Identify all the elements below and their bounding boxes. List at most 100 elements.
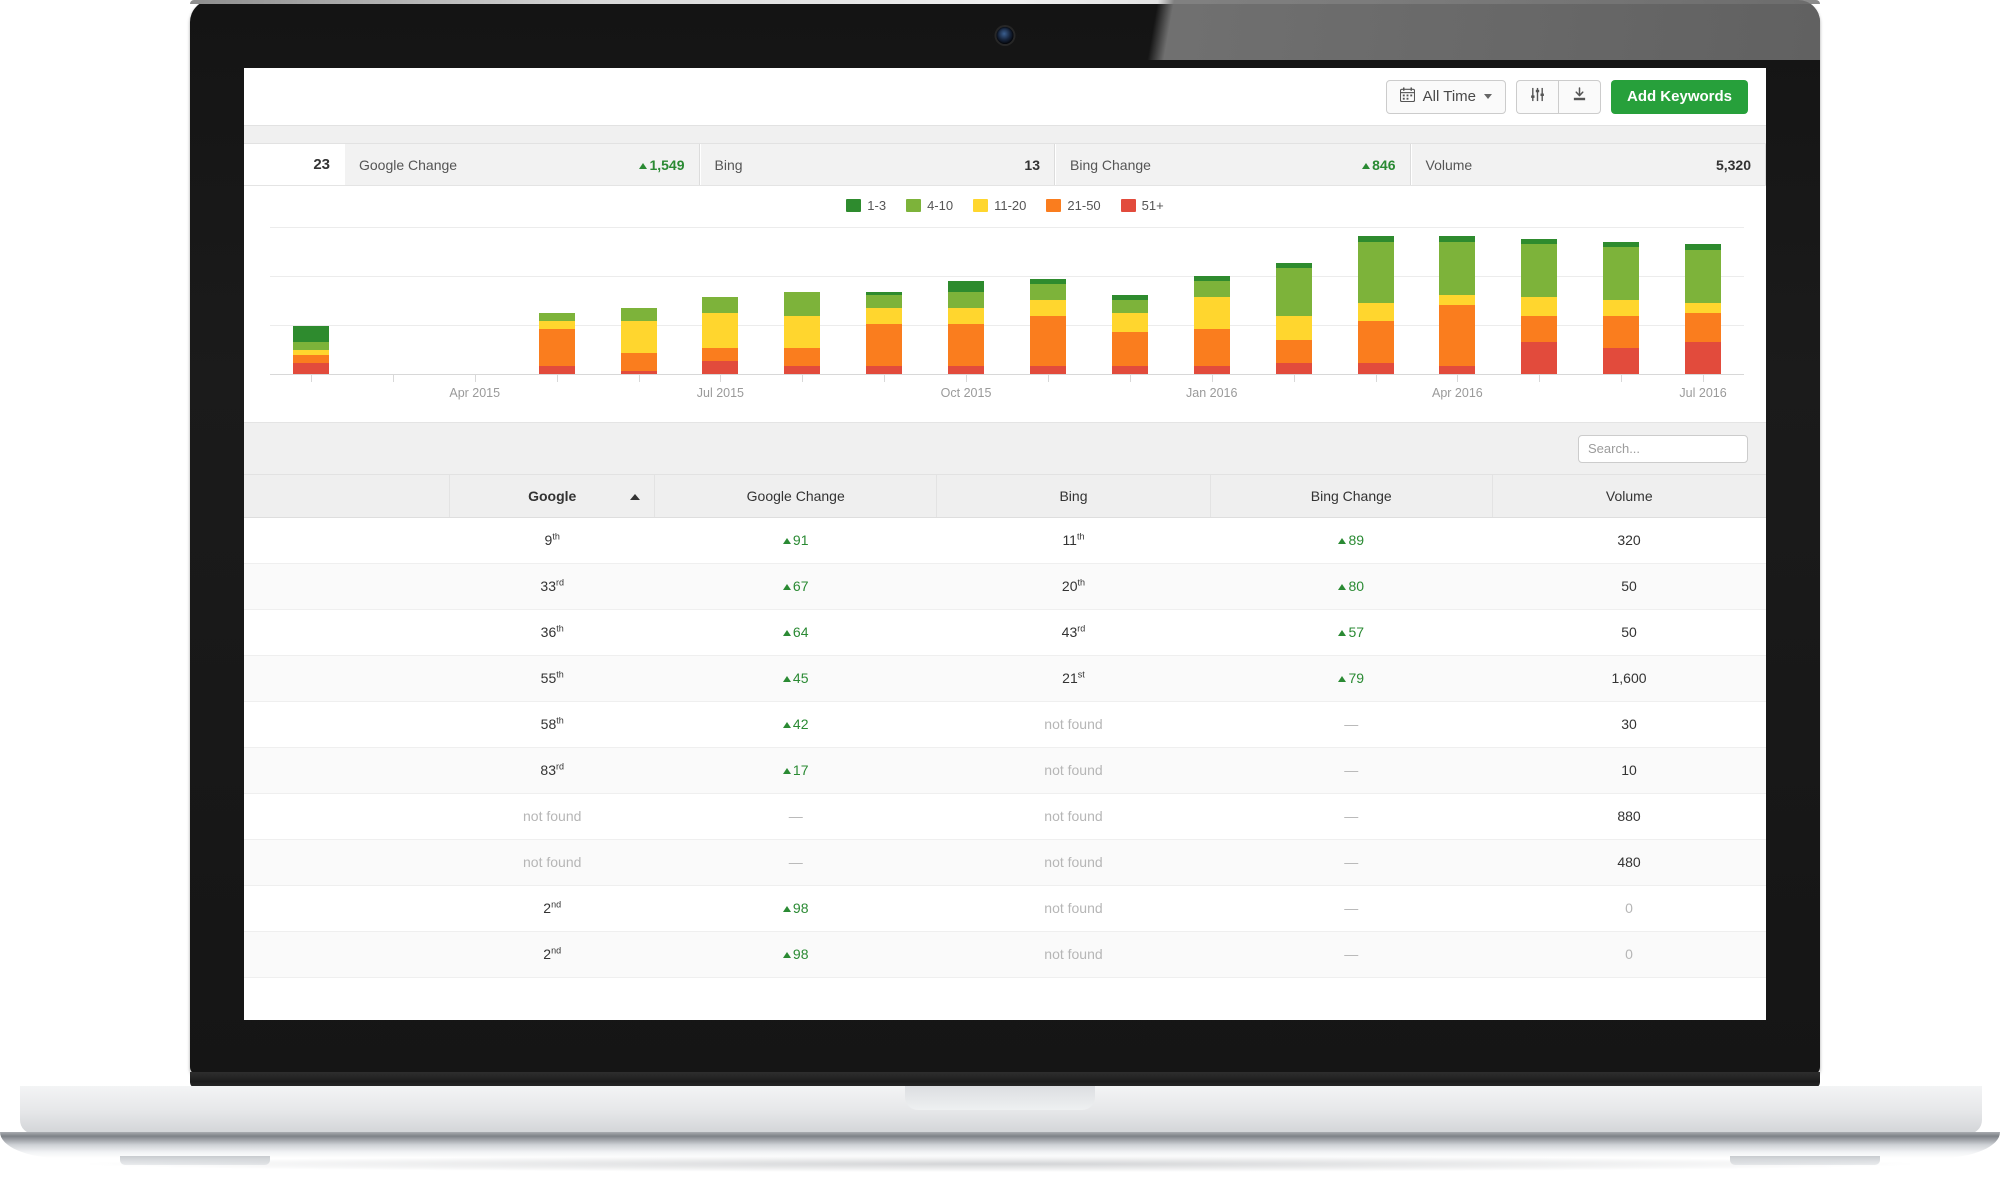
chart-bar-segment (866, 294, 903, 308)
legend-label: 21-50 (1067, 198, 1101, 213)
cell-keyword (244, 793, 450, 840)
chart-bar[interactable] (1521, 239, 1558, 374)
stat-volume[interactable]: Volume 5,320 (1410, 144, 1766, 185)
cell-volume: 0 (1492, 931, 1766, 978)
x-axis-tick-labels: Apr 2015 Jul 2015 Oct 2015 Jan 2016 Apr 2016… (270, 386, 1744, 408)
triangle-up-icon (1338, 676, 1347, 682)
chart-bar[interactable] (1111, 294, 1148, 374)
table-row[interactable]: not found — not found — 480 (244, 839, 1766, 886)
date-range-filter-button[interactable]: All Time (1385, 79, 1506, 114)
stat-bing-change[interactable]: Bing Change 846 (1055, 144, 1411, 185)
chart-bar-segment (538, 366, 575, 374)
chart-settings-button[interactable] (1515, 79, 1558, 114)
table-row[interactable]: 9th 91 11th 89 320 (244, 517, 1766, 564)
column-header-google-change[interactable]: Google Change (654, 475, 937, 518)
ordinal-suffix: th (552, 531, 560, 542)
stat-google-change[interactable]: Google Change 1,549 (344, 144, 700, 185)
cell-volume: 480 (1492, 839, 1766, 886)
cell-bing-rank: not found (936, 793, 1211, 840)
change-up: 17 (782, 762, 809, 778)
axis-tick (556, 375, 558, 382)
chart-bar[interactable] (1357, 236, 1394, 374)
chart-bar[interactable] (538, 313, 575, 374)
chart-bar-slot (1662, 227, 1744, 374)
chart-bar-segment (1685, 302, 1722, 314)
table-row[interactable]: 83rd 17 not found — 10 (244, 747, 1766, 794)
toolbar-icon-button-group (1515, 79, 1601, 114)
cell-bing-change: 79 (1210, 655, 1493, 702)
chart-bar[interactable] (1029, 278, 1066, 374)
chart-bar-segment (1521, 342, 1558, 374)
chart-bar-slot (1580, 227, 1662, 374)
chart-legend: 1-3 4-10 11-20 21-50 51+ (256, 186, 1754, 223)
chart-bar[interactable] (1603, 241, 1640, 374)
change-none: — (788, 808, 803, 824)
chart-bar-segment (1111, 366, 1148, 374)
chart-bar-slot (679, 227, 761, 374)
chart-bar-segment (948, 291, 985, 308)
chart-bar[interactable] (292, 326, 329, 374)
cell-text: 2nd (543, 945, 562, 963)
chart-bar-slot (1089, 227, 1171, 374)
legend-item[interactable]: 4-10 (906, 198, 953, 213)
triangle-up-icon (782, 722, 791, 728)
axis-tick (474, 375, 476, 382)
export-download-button[interactable] (1557, 79, 1601, 114)
column-header-bing[interactable]: Bing (936, 475, 1211, 518)
column-header-bing-change[interactable]: Bing Change (1210, 475, 1493, 518)
chart-bar-segment (292, 326, 329, 343)
stat-label: Bing Change (1070, 156, 1151, 173)
axis-tick (1457, 375, 1459, 382)
chart-bar-segment (1029, 284, 1066, 300)
ordinal-suffix: th (1077, 577, 1086, 588)
cell-text: 9th (544, 531, 560, 549)
table-row[interactable]: 33rd 67 20th 80 50 (244, 563, 1766, 610)
chart-bar-slot (434, 227, 516, 374)
axis-tick (966, 375, 968, 382)
axis-tick (1375, 375, 1377, 382)
chart-bar-segment (620, 307, 657, 322)
chart-bar-segment (948, 281, 985, 292)
chart-bar-segment (1193, 281, 1230, 298)
chart-bar[interactable] (1685, 244, 1722, 374)
chart-bar[interactable] (1275, 262, 1312, 374)
cell-bing-change: 57 (1210, 609, 1493, 656)
cell-google-rank: 9th (449, 517, 655, 564)
ordinal-suffix: rd (555, 577, 564, 588)
column-header-volume[interactable]: Volume (1492, 475, 1766, 518)
cell-keyword (244, 517, 450, 564)
table-row[interactable]: 2nd 98 not found — 0 (244, 931, 1766, 978)
stat-bing[interactable]: Bing 13 (699, 144, 1055, 185)
chart-bar[interactable] (866, 291, 903, 374)
table-row[interactable]: 55th 45 21st 79 1,600 (244, 655, 1766, 702)
table-row[interactable]: 58th 42 not found — 30 (244, 701, 1766, 748)
chart-bar-segment (948, 323, 985, 367)
change-up: 98 (782, 900, 809, 916)
table-row[interactable]: 2nd 98 not found — 0 (244, 885, 1766, 932)
chart-bar[interactable] (702, 297, 739, 374)
cell-text: 33rd (540, 577, 564, 595)
search-input[interactable] (1578, 434, 1748, 463)
legend-item[interactable]: 11-20 (973, 198, 1026, 213)
column-header-google[interactable]: Google (449, 475, 656, 518)
table-row[interactable]: not found — not found — 880 (244, 793, 1766, 840)
table-row[interactable]: 36th 64 43rd 57 50 (244, 609, 1766, 656)
cell-text: 20th (1061, 577, 1086, 595)
change-none: — (1344, 762, 1359, 778)
cell-google-change: — (654, 793, 937, 840)
chart-bar[interactable] (1439, 236, 1476, 374)
chart-bar[interactable] (784, 291, 821, 374)
cell-google-change: 42 (654, 701, 937, 748)
legend-item[interactable]: 21-50 (1046, 198, 1101, 213)
axis-tick (720, 375, 722, 382)
chart-bar[interactable] (620, 307, 657, 374)
legend-item[interactable]: 51+ (1120, 198, 1164, 213)
axis-tick (802, 375, 804, 382)
add-keywords-label: Add Keywords (1626, 88, 1732, 105)
chart-bar[interactable] (948, 281, 985, 374)
column-header-keyword[interactable] (244, 475, 450, 518)
legend-item[interactable]: 1-3 (846, 198, 886, 213)
laptop-base-notch (905, 1086, 1095, 1110)
chart-bar[interactable] (1193, 276, 1230, 374)
add-keywords-button[interactable]: Add Keywords (1610, 79, 1748, 114)
